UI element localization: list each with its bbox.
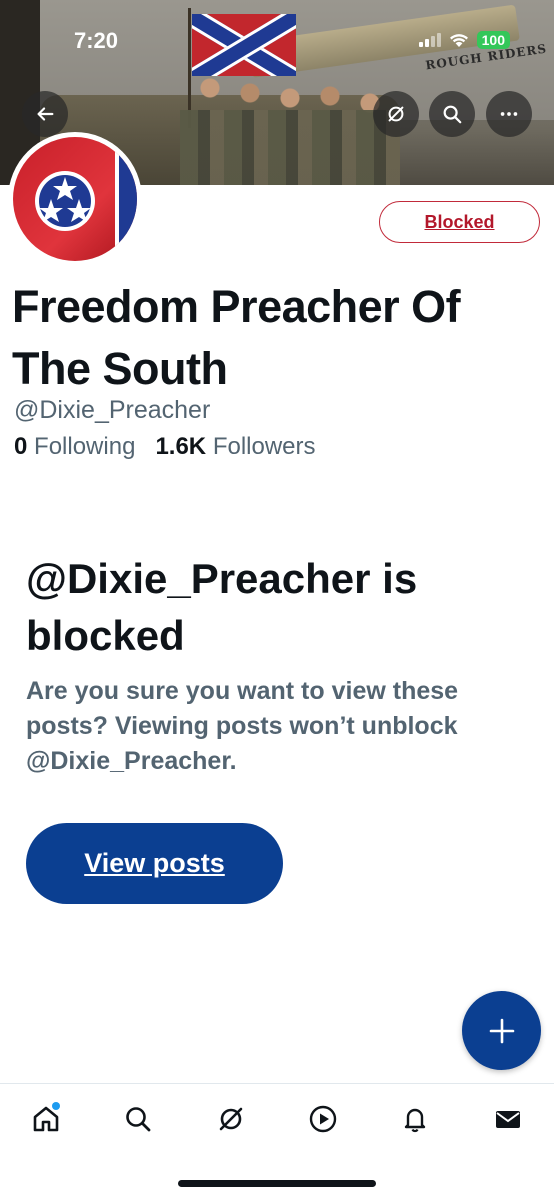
blocked-title: @Dixie_Preacher is blocked bbox=[26, 555, 418, 659]
banner-soldiers bbox=[180, 110, 400, 185]
blocked-description: Are you sure you want to view these post… bbox=[26, 677, 459, 775]
messages-icon bbox=[495, 1111, 520, 1128]
video-icon bbox=[309, 1105, 337, 1133]
nav-search[interactable] bbox=[113, 1094, 163, 1144]
avatar[interactable] bbox=[8, 132, 142, 266]
following-link[interactable]: 0 Following bbox=[14, 433, 135, 460]
avatar-image bbox=[13, 137, 137, 261]
battery-indicator: 100 bbox=[476, 31, 510, 49]
followers-link[interactable]: 1.6K Followers bbox=[155, 433, 315, 460]
search-button[interactable] bbox=[429, 91, 475, 137]
back-button[interactable] bbox=[22, 91, 68, 137]
notifications-icon bbox=[405, 1108, 426, 1133]
plus-icon bbox=[489, 1018, 514, 1043]
follow-stats: 0 Following 1.6K Followers bbox=[14, 433, 316, 461]
tennessee-flag-emblem bbox=[35, 171, 95, 231]
nav-messages[interactable] bbox=[483, 1094, 533, 1144]
following-count: 0 bbox=[14, 433, 28, 460]
following-label: Following bbox=[34, 433, 136, 460]
home-indicator bbox=[178, 1180, 376, 1187]
bottom-navigation bbox=[0, 1083, 554, 1154]
blocked-button[interactable]: Blocked bbox=[379, 201, 540, 243]
compose-button[interactable] bbox=[462, 991, 541, 1070]
nav-video[interactable] bbox=[298, 1094, 348, 1144]
grok-icon bbox=[219, 1107, 243, 1131]
nav-home[interactable] bbox=[21, 1094, 71, 1144]
status-indicators: 100 bbox=[418, 31, 510, 49]
more-icon bbox=[500, 112, 518, 116]
grok-icon bbox=[388, 106, 404, 122]
display-name: Freedom Preacher Of The South bbox=[12, 281, 461, 394]
nav-notifications[interactable] bbox=[390, 1094, 440, 1144]
view-posts-button[interactable]: View posts bbox=[26, 823, 283, 904]
banner-flag bbox=[192, 14, 296, 76]
grok-button[interactable] bbox=[373, 91, 419, 137]
nav-grok[interactable] bbox=[206, 1094, 256, 1144]
search-icon bbox=[126, 1107, 151, 1132]
back-arrow-icon bbox=[37, 107, 54, 121]
status-time: 7:20 bbox=[74, 28, 119, 53]
cellular-signal-icon bbox=[418, 33, 441, 47]
followers-count: 1.6K bbox=[155, 433, 207, 460]
search-icon bbox=[443, 105, 462, 124]
more-options-button[interactable] bbox=[486, 91, 532, 137]
profile-handle: @Dixie_Preacher bbox=[14, 396, 211, 424]
wifi-icon bbox=[449, 33, 468, 47]
followers-label: Followers bbox=[212, 433, 316, 460]
